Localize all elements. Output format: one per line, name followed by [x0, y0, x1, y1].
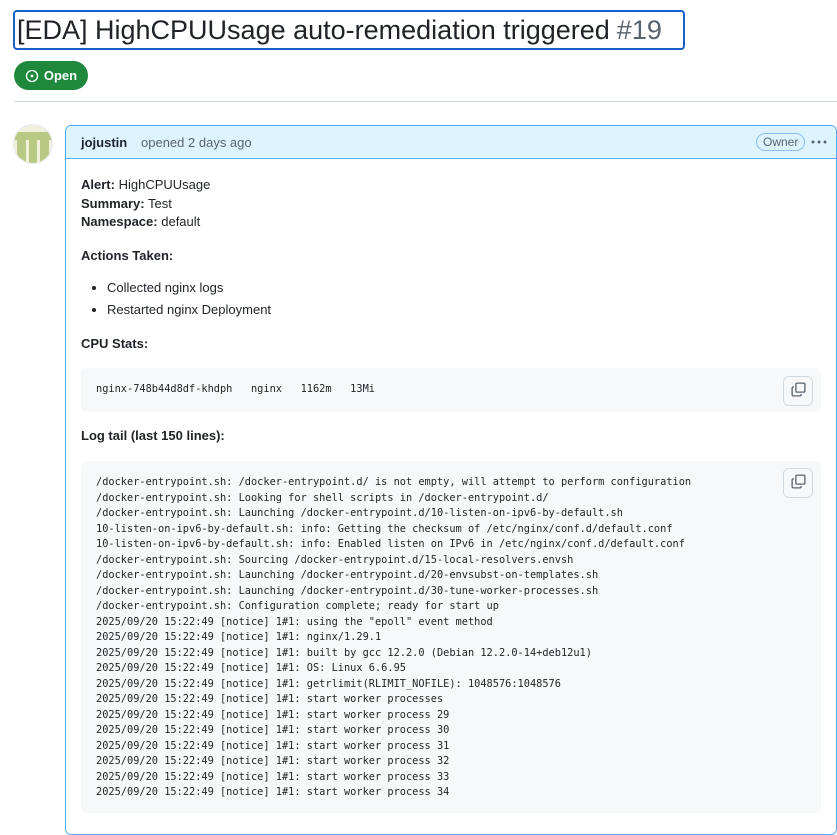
log-line: /docker-entrypoint.sh: Looking for shell… [96, 491, 549, 504]
log-line: 2025/09/20 15:22:49 [notice] 1#1: start … [96, 724, 450, 736]
copy-icon [790, 474, 806, 492]
list-item: Collected nginx logs [107, 280, 271, 302]
comment-timestamp[interactable]: 2 days ago [188, 135, 252, 150]
summary-line: Summary: Test [81, 196, 172, 211]
alert-line: Alert: HighCPUUsage [81, 177, 210, 192]
comment-header: jojustin opened 2 days ago Owner [66, 126, 836, 159]
log-line: 2025/09/20 15:22:49 [notice] 1#1: getrli… [96, 677, 561, 690]
log-line: 2025/09/20 15:22:49 [notice] 1#1: nginx/… [96, 631, 382, 643]
kebab-horizontal-icon[interactable] [810, 135, 828, 149]
comment-author[interactable]: jojustin [81, 135, 127, 150]
cpu-stats-text: nginx-748b44d8df-khdph nginx 1162m 13Mi [96, 383, 375, 395]
namespace-line: Namespace: default [81, 214, 200, 229]
issue-title-field[interactable]: [EDA] HighCPUUsage auto-remediation trig… [13, 10, 685, 50]
comment-meta: opened 2 days ago [141, 135, 252, 150]
log-line: 2025/09/20 15:22:49 [notice] 1#1: built … [96, 646, 592, 659]
log-line: /docker-entrypoint.sh: Launching /docker… [96, 584, 599, 597]
issue-title: [EDA] HighCPUUsage auto-remediation trig… [17, 14, 610, 45]
log-line: /docker-entrypoint.sh: Launching /docker… [96, 507, 623, 519]
log-line: 2025/09/20 15:22:49 [notice] 1#1: start … [96, 693, 444, 705]
log-line: /docker-entrypoint.sh: Configuration com… [96, 600, 499, 612]
copy-button[interactable] [783, 376, 813, 406]
copy-icon [790, 382, 806, 400]
namespace-value: default [161, 214, 201, 229]
log-line: 10-listen-on-ipv6-by-default.sh: info: E… [96, 538, 685, 550]
issue-comment: jojustin opened 2 days ago Owner Alert: … [65, 125, 837, 835]
log-line: 2025/09/20 15:22:49 [notice] 1#1: start … [96, 786, 450, 798]
log-tail-heading: Log tail (last 150 lines): [81, 428, 225, 443]
log-tail-codeblock: /docker-entrypoint.sh: /docker-entrypoin… [81, 461, 821, 813]
log-line: 2025/09/20 15:22:49 [notice] 1#1: OS: Li… [96, 662, 406, 674]
log-line: /docker-entrypoint.sh: Launching /docker… [96, 569, 599, 581]
log-line: 2025/09/20 15:22:49 [notice] 1#1: using … [96, 615, 493, 628]
namespace-label: Namespace: [81, 214, 158, 229]
issue-state-badge: Open [14, 61, 88, 90]
log-line: /docker-entrypoint.sh: Sourcing /docker-… [96, 553, 574, 566]
cpu-stats-codeblock: nginx-748b44d8df-khdph nginx 1162m 13Mi [81, 368, 821, 412]
actions-heading: Actions Taken: [81, 248, 174, 263]
log-tail-text: /docker-entrypoint.sh: /docker-entrypoin… [96, 475, 821, 801]
summary-label: Summary: [81, 196, 145, 211]
list-item: Restarted nginx Deployment [107, 302, 271, 324]
summary-value: Test [147, 196, 172, 211]
log-line: 2025/09/20 15:22:49 [notice] 1#1: start … [96, 708, 450, 721]
alert-value: HighCPUUsage [118, 177, 211, 192]
copy-button[interactable] [783, 468, 813, 498]
opened-label: opened [141, 135, 185, 150]
issue-state-label: Open [43, 68, 78, 83]
owner-badge: Owner [756, 133, 806, 151]
log-line: 2025/09/20 15:22:49 [notice] 1#1: start … [96, 770, 450, 783]
actions-list: Collected nginx logs Restarted nginx Dep… [81, 280, 271, 324]
alert-label: Alert: [81, 177, 115, 192]
issue-opened-icon [25, 69, 39, 83]
cpu-stats-heading: CPU Stats: [81, 336, 149, 351]
header-divider [14, 101, 837, 102]
avatar[interactable] [14, 125, 52, 163]
log-line: 2025/09/20 15:22:49 [notice] 1#1: start … [96, 755, 450, 767]
log-line: 10-listen-on-ipv6-by-default.sh: info: G… [96, 522, 673, 535]
issue-number: #19 [616, 14, 662, 45]
log-line: /docker-entrypoint.sh: /docker-entrypoin… [96, 476, 692, 488]
log-line: 2025/09/20 15:22:49 [notice] 1#1: start … [96, 739, 450, 752]
